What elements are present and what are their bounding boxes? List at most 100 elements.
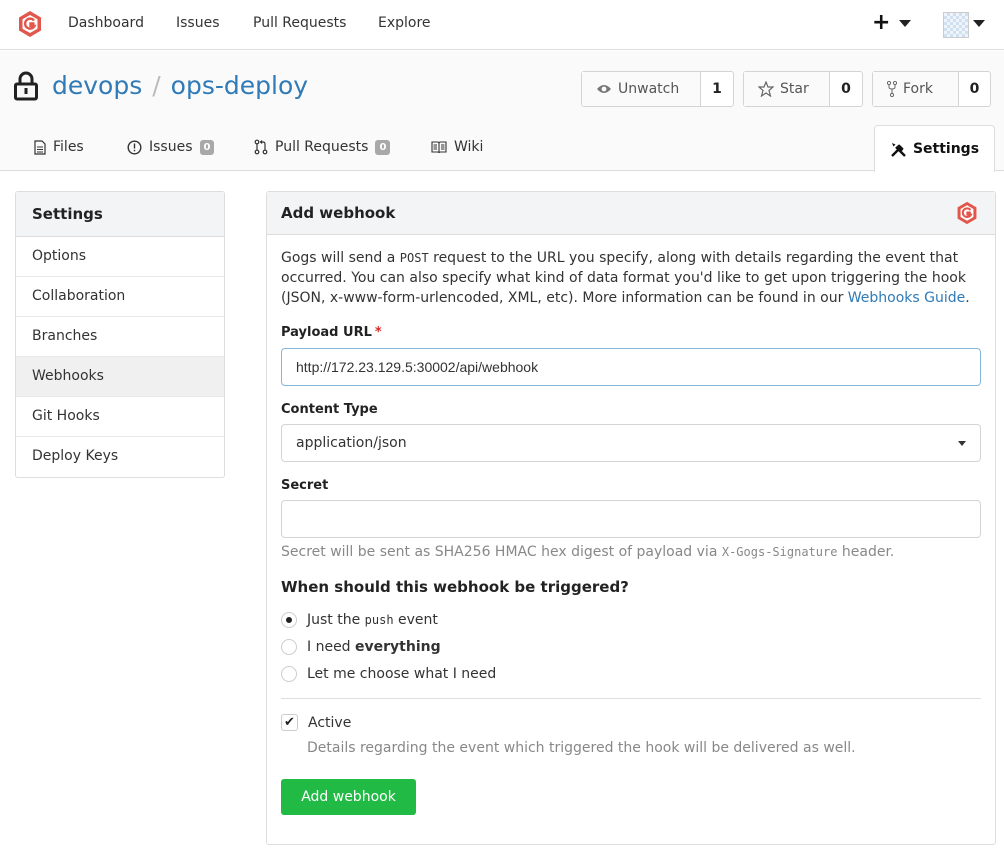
content-type-select[interactable]: application/json xyxy=(281,424,981,462)
secret-help-text-2: header. xyxy=(837,544,895,560)
payload-url-label-text: Payload URL xyxy=(281,325,372,340)
sidebar-item-branches[interactable]: Branches xyxy=(16,317,224,357)
tab-settings-label: Settings xyxy=(912,141,980,157)
radio-choose-events-dot[interactable] xyxy=(281,666,297,682)
dropdown-caret-icon xyxy=(958,441,966,446)
nav-issues[interactable]: Issues xyxy=(176,15,220,31)
repo-header: devops / ops-deploy Unwatch 1 Star 0 For… xyxy=(0,51,1004,172)
star-button-group: Star 0 xyxy=(743,71,863,107)
desc-code-post: POST xyxy=(399,251,429,265)
radio-everything-text: I need xyxy=(307,639,356,655)
payload-url-label: Payload URL * xyxy=(281,325,382,340)
settings-sidebar: Settings Options Collaboration Branches … xyxy=(15,191,225,478)
add-webhook-panel: Add webhook Gogs will send a POST reques… xyxy=(266,191,996,845)
repo-title: devops / ops-deploy xyxy=(52,71,308,100)
file-icon xyxy=(34,139,46,155)
tab-wiki[interactable]: Wiki xyxy=(431,139,483,155)
add-webhook-button[interactable]: Add webhook xyxy=(281,779,416,815)
issue-opened-icon xyxy=(127,139,142,155)
content-type-value: application/json xyxy=(296,435,407,451)
secret-help-text-1: Secret will be sent as SHA256 HMAC hex d… xyxy=(281,544,722,560)
radio-push-text-1: Just the xyxy=(307,612,365,628)
sidebar-item-options[interactable]: Options xyxy=(16,237,224,277)
radio-push-only-dot[interactable] xyxy=(281,612,297,628)
tab-pull-requests-label: Pull Requests xyxy=(275,139,369,155)
panel-title: Add webhook xyxy=(281,204,396,222)
secret-help-code: X-Gogs-Signature xyxy=(721,545,838,559)
watch-button-group: Unwatch 1 xyxy=(581,71,734,107)
active-checkbox-row[interactable]: ✔ Active xyxy=(281,714,351,731)
tab-pull-requests[interactable]: Pull Requests 0 xyxy=(254,139,391,155)
repo-name-link[interactable]: ops-deploy xyxy=(171,71,308,100)
active-help: Details regarding the event which trigge… xyxy=(307,740,856,756)
pull-request-icon xyxy=(254,139,268,155)
issues-count-badge: 0 xyxy=(199,139,215,155)
tab-files-label: Files xyxy=(53,139,84,155)
book-icon xyxy=(431,140,447,153)
secret-input[interactable] xyxy=(281,500,981,538)
radio-everything-bold: everything xyxy=(355,639,441,655)
payload-url-input[interactable] xyxy=(281,348,981,386)
tab-wiki-label: Wiki xyxy=(454,139,484,155)
tab-issues-label: Issues xyxy=(149,139,193,155)
radio-everything-dot[interactable] xyxy=(281,639,297,655)
sidebar-item-webhooks[interactable]: Webhooks xyxy=(16,357,224,397)
gogs-logo-icon xyxy=(957,201,977,225)
fork-label: Fork xyxy=(903,81,933,97)
active-checkbox[interactable]: ✔ xyxy=(281,714,298,731)
star-button[interactable]: Star xyxy=(744,72,830,106)
tab-files[interactable]: Files xyxy=(34,139,84,155)
pull-requests-count-badge: 0 xyxy=(375,139,391,155)
webhook-description: Gogs will send a POST request to the URL… xyxy=(281,248,981,308)
sidebar-item-collaboration[interactable]: Collaboration xyxy=(16,277,224,317)
watch-count[interactable]: 1 xyxy=(701,72,733,106)
radio-push-text-2: event xyxy=(393,612,438,628)
required-asterisk: * xyxy=(374,325,382,340)
desc-text-3: . xyxy=(965,290,970,306)
user-avatar[interactable] xyxy=(943,12,969,38)
panel-header: Add webhook xyxy=(267,192,995,235)
nav-dashboard[interactable]: Dashboard xyxy=(68,15,144,31)
radio-push-only[interactable]: Just the push event xyxy=(281,612,438,628)
form-divider xyxy=(281,698,981,699)
create-plus-icon[interactable]: + xyxy=(872,11,890,35)
fork-button-group: Fork 0 xyxy=(872,71,991,107)
fork-button[interactable]: Fork xyxy=(873,72,959,106)
star-icon xyxy=(758,81,774,97)
top-navbar: Dashboard Issues Pull Requests Explore + xyxy=(0,0,1004,50)
repo-owner-link[interactable]: devops xyxy=(52,71,142,100)
gogs-logo-icon[interactable] xyxy=(16,10,44,38)
secret-label: Secret xyxy=(281,478,329,493)
repo-title-separator: / xyxy=(152,71,161,100)
unwatch-label: Unwatch xyxy=(618,81,680,97)
fork-count[interactable]: 0 xyxy=(959,72,990,106)
create-dropdown-caret-icon[interactable] xyxy=(899,20,911,27)
eye-icon xyxy=(597,85,611,93)
content-type-label: Content Type xyxy=(281,402,378,417)
private-lock-icon xyxy=(14,71,38,101)
unwatch-button[interactable]: Unwatch xyxy=(582,72,701,106)
radio-push-only-label: Just the push event xyxy=(307,612,438,628)
desc-text-1: Gogs will send a xyxy=(281,250,400,266)
radio-push-code: push xyxy=(364,613,394,627)
fork-icon xyxy=(887,81,897,97)
radio-everything-label: I need everything xyxy=(307,639,441,655)
radio-everything[interactable]: I need everything xyxy=(281,639,441,655)
user-dropdown-caret-icon[interactable] xyxy=(973,20,985,27)
tab-settings[interactable]: Settings xyxy=(874,125,995,172)
star-count[interactable]: 0 xyxy=(830,72,862,106)
sidebar-item-deploy-keys[interactable]: Deploy Keys xyxy=(16,437,224,477)
active-label: Active xyxy=(308,714,352,731)
nav-pull-requests[interactable]: Pull Requests xyxy=(253,15,346,31)
sidebar-item-git-hooks[interactable]: Git Hooks xyxy=(16,397,224,437)
webhooks-guide-link[interactable]: Webhooks Guide xyxy=(848,290,966,306)
trigger-heading: When should this webhook be triggered? xyxy=(281,578,629,596)
nav-explore[interactable]: Explore xyxy=(378,15,431,31)
star-label: Star xyxy=(780,81,809,97)
radio-choose-events[interactable]: Let me choose what I need xyxy=(281,666,496,682)
tab-issues[interactable]: Issues 0 xyxy=(127,139,215,155)
sidebar-title: Settings xyxy=(16,192,224,237)
secret-help: Secret will be sent as SHA256 HMAC hex d… xyxy=(281,544,894,560)
radio-choose-events-label: Let me choose what I need xyxy=(307,666,497,682)
tools-icon xyxy=(891,142,906,157)
